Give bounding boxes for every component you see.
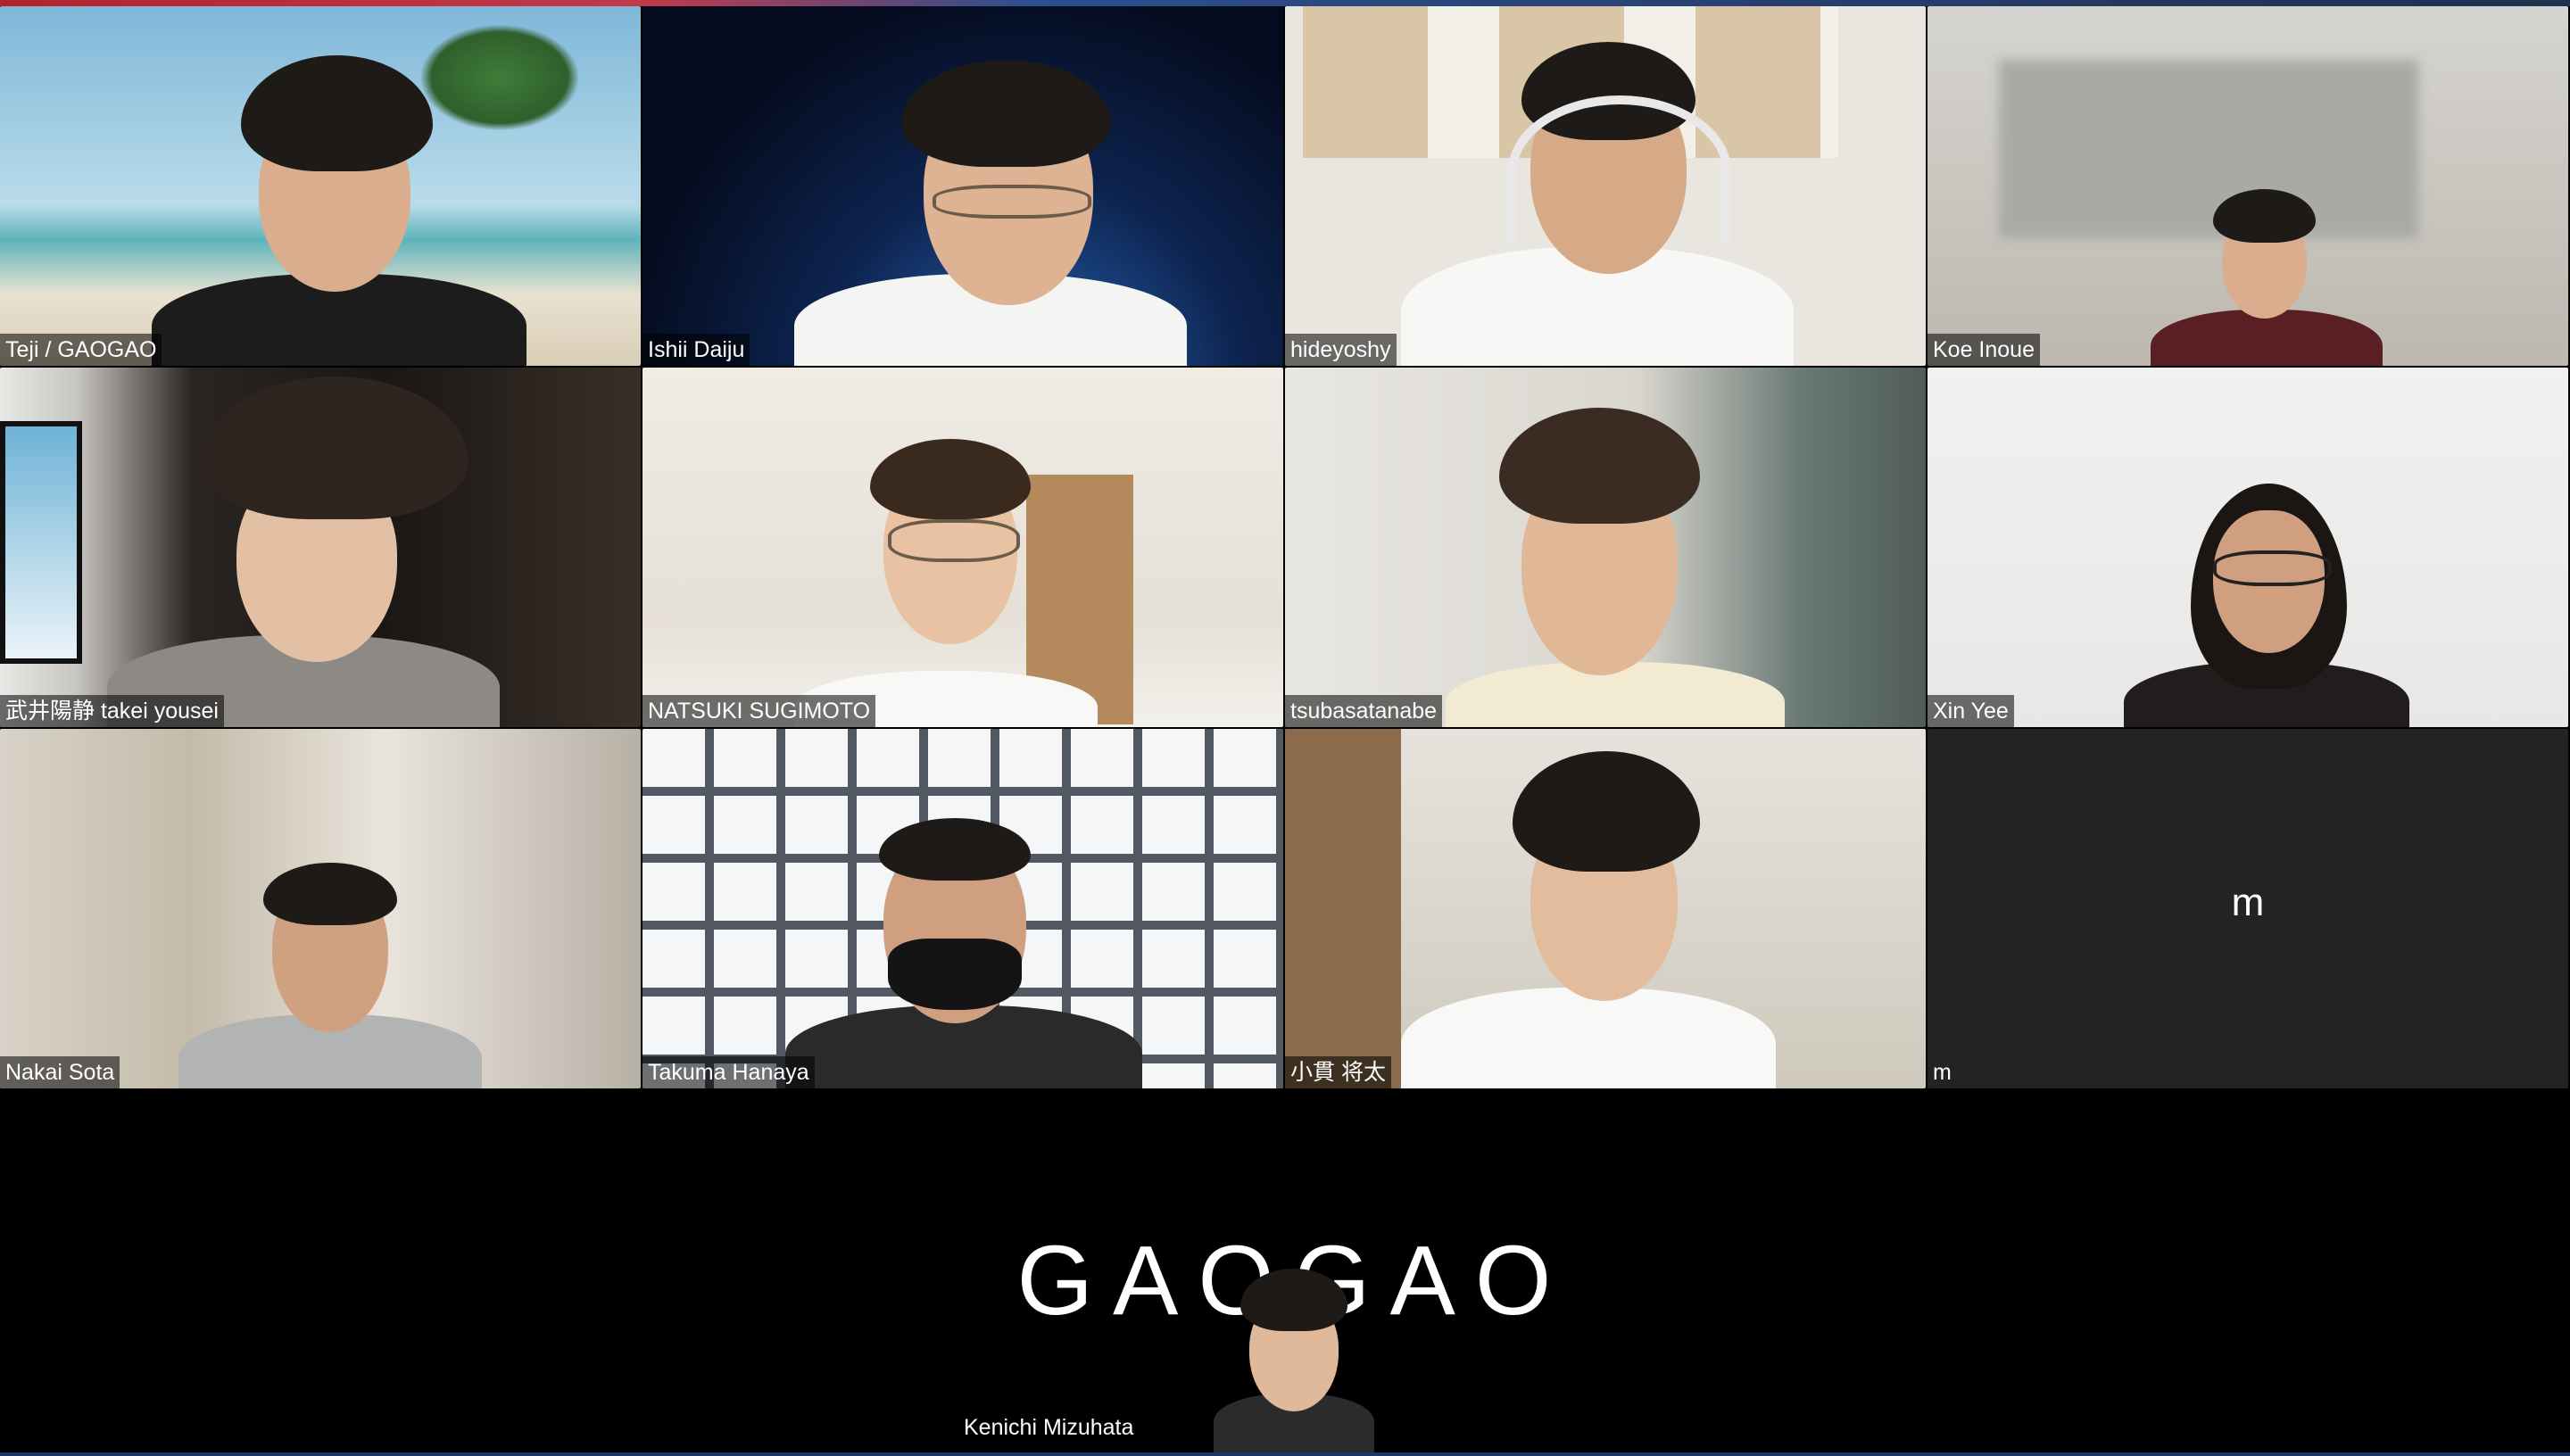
glasses	[888, 519, 1020, 562]
participant-name-label: tsubasatanabe	[1285, 695, 1443, 727]
video-tile-natsuki[interactable]: NATSUKI SUGIMOTO	[642, 368, 1283, 727]
window-top-strip	[0, 0, 2570, 6]
participant-hair	[870, 439, 1031, 519]
video-tile-xin-yee[interactable]: Xin Yee	[1928, 368, 2568, 727]
video-tile-koe[interactable]: Koe Inoue	[1928, 6, 2568, 366]
glasses	[933, 185, 1091, 219]
palm-tree-background	[419, 24, 580, 131]
blurred-window	[1999, 60, 2418, 238]
video-tile-takuma[interactable]: Takuma Hanaya	[642, 729, 1283, 1088]
participant-name-label: NATSUKI SUGIMOTO	[642, 695, 876, 727]
participant-name-label: m	[1933, 1060, 1952, 1085]
monitor	[0, 421, 82, 664]
participant-name-label: hideyoshy	[1285, 334, 1397, 366]
participant-name-label: Koe Inoue	[1928, 334, 2040, 366]
glasses	[2213, 550, 2332, 586]
participant-name-label: 武井陽静 takei yousei	[0, 695, 224, 727]
speaker-video[interactable]	[1214, 1260, 1374, 1456]
participant-hair	[1513, 751, 1700, 872]
face-mask	[888, 939, 1022, 1010]
participant-hair	[901, 60, 1111, 167]
participant-name-label: 小貫 将太	[1285, 1056, 1391, 1088]
video-tile-teji[interactable]: Teji / GAOGAO	[0, 6, 641, 366]
headset	[1508, 95, 1731, 247]
participant-hair	[263, 863, 397, 925]
avatar-letter: m	[2231, 881, 2265, 924]
video-tile-nakai[interactable]: Nakai Sota	[0, 729, 641, 1088]
speaker-hair	[1240, 1269, 1347, 1331]
video-tile-hideyoshy[interactable]: hideyoshy	[1285, 6, 1926, 366]
video-tile-konuki[interactable]: 小貫 将太	[1285, 729, 1926, 1088]
video-tile-m[interactable]: m m	[1928, 729, 2568, 1088]
window-bottom-edge	[0, 1452, 2570, 1456]
video-tile-takei[interactable]: 武井陽静 takei yousei	[0, 368, 641, 727]
participant-hair	[201, 376, 468, 519]
video-tile-tsubasa[interactable]: tsubasatanabe	[1285, 368, 1926, 727]
wooden-partition	[1285, 729, 1401, 1088]
participant-body	[1401, 988, 1776, 1088]
participant-name-label: Teji / GAOGAO	[0, 334, 162, 366]
gallery-grid: Teji / GAOGAO Ishii Daiju hideyoshy Koe …	[0, 6, 2570, 1090]
speaker-name-label: Kenichi Mizuhata	[964, 1415, 1134, 1440]
active-speaker-area: GAOGAO Kenichi Mizuhata	[0, 1090, 2570, 1456]
participant-name-label: Ishii Daiju	[642, 334, 750, 366]
participant-name-label: Takuma Hanaya	[642, 1056, 815, 1088]
video-tile-ishii[interactable]: Ishii Daiju	[642, 6, 1283, 366]
participant-hair	[1499, 408, 1700, 524]
participant-hair	[241, 55, 433, 171]
participant-name-label: Nakai Sota	[0, 1056, 120, 1088]
participant-name-label: Xin Yee	[1928, 695, 2014, 727]
